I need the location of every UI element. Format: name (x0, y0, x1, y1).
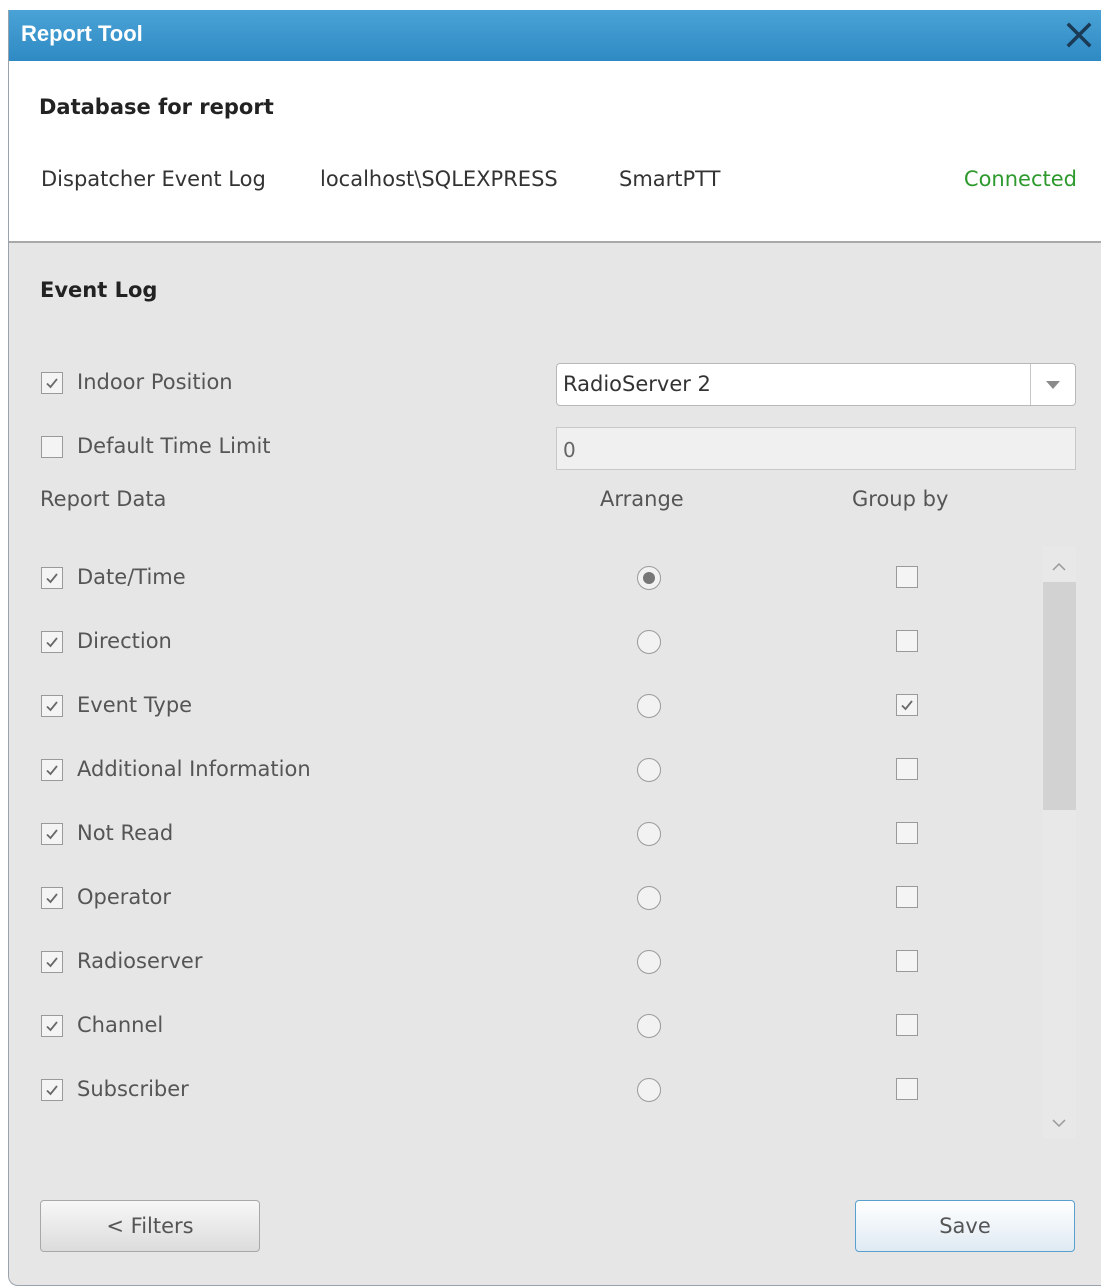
group-by-checkbox[interactable] (896, 566, 918, 588)
report-field-label: Event Type (77, 693, 193, 717)
database-header: Database for report (39, 95, 274, 119)
include-checkbox[interactable] (41, 695, 63, 717)
group-by-checkbox[interactable] (896, 1078, 918, 1100)
check-icon (46, 957, 58, 968)
include-checkbox[interactable] (41, 823, 63, 845)
report-tool-window: Report Tool Database for report Dispatch… (8, 10, 1101, 1286)
radio-selected-dot (643, 572, 655, 584)
check-icon (46, 893, 58, 904)
database-panel: Database for report Dispatcher Event Log… (9, 61, 1101, 243)
database-name: Dispatcher Event Log (41, 167, 266, 191)
check-icon (46, 829, 58, 840)
event-log-title: Event Log (40, 278, 158, 302)
include-checkbox[interactable] (41, 951, 63, 973)
arrange-radio[interactable] (637, 950, 661, 974)
arrange-radio[interactable] (637, 566, 661, 590)
include-checkbox[interactable] (41, 1015, 63, 1037)
arrange-radio[interactable] (637, 694, 661, 718)
title-bar: Report Tool (9, 10, 1101, 61)
check-icon (901, 700, 913, 711)
include-checkbox[interactable] (41, 567, 63, 589)
check-icon (46, 378, 58, 389)
group-by-checkbox[interactable] (896, 822, 918, 844)
check-icon (46, 1085, 58, 1096)
check-icon (46, 573, 58, 584)
arrange-radio[interactable] (637, 1014, 661, 1038)
scrollbar-thumb[interactable] (1043, 582, 1076, 810)
default-time-limit-label: Default Time Limit (77, 434, 271, 458)
default-time-limit-checkbox[interactable] (41, 436, 63, 458)
include-checkbox[interactable] (41, 1079, 63, 1101)
group-by-checkbox[interactable] (896, 950, 918, 972)
database-server: localhost\SQLEXPRESS (320, 167, 558, 191)
check-icon (46, 637, 58, 648)
arrange-radio[interactable] (637, 886, 661, 910)
group-by-checkbox[interactable] (896, 1014, 918, 1036)
connection-status: Connected (963, 167, 1077, 191)
close-icon[interactable] (1062, 18, 1096, 52)
report-field-label: Radioserver (77, 949, 203, 973)
report-field-label: Not Read (77, 821, 174, 845)
report-data-header: Report Data (40, 487, 167, 511)
report-field-label: Additional Information (77, 757, 311, 781)
group-by-checkbox[interactable] (896, 630, 918, 652)
report-field-label: Channel (77, 1013, 164, 1037)
group-by-checkbox[interactable] (896, 758, 918, 780)
include-checkbox[interactable] (41, 759, 63, 781)
check-icon (46, 701, 58, 712)
filters-button[interactable]: < Filters (40, 1200, 260, 1252)
window-title: Report Tool (21, 21, 143, 46)
arrange-header: Arrange (600, 487, 684, 511)
indoor-position-checkbox[interactable] (41, 372, 63, 394)
include-checkbox[interactable] (41, 887, 63, 909)
check-icon (46, 1021, 58, 1032)
arrange-radio[interactable] (637, 1078, 661, 1102)
include-checkbox[interactable] (41, 631, 63, 653)
scroll-down-icon[interactable] (1051, 1114, 1067, 1128)
radioserver-select[interactable]: RadioServer 2 (556, 363, 1076, 406)
database-catalog: SmartPTT (619, 167, 721, 191)
scrollbar[interactable] (1042, 546, 1076, 1138)
arrange-radio[interactable] (637, 630, 661, 654)
check-icon (46, 765, 58, 776)
default-time-limit-input[interactable]: 0 (556, 427, 1076, 470)
group-by-header: Group by (852, 487, 949, 511)
report-field-label: Date/Time (77, 565, 186, 589)
group-by-checkbox[interactable] (896, 694, 918, 716)
report-field-label: Operator (77, 885, 171, 909)
report-field-label: Direction (77, 629, 172, 653)
chevron-down-icon (1046, 381, 1060, 389)
dropdown-button[interactable] (1030, 364, 1075, 405)
arrange-radio[interactable] (637, 822, 661, 846)
report-field-label: Subscriber (77, 1077, 189, 1101)
indoor-position-label: Indoor Position (77, 370, 233, 394)
save-button[interactable]: Save (855, 1200, 1075, 1252)
scroll-up-icon[interactable] (1051, 558, 1067, 571)
group-by-checkbox[interactable] (896, 886, 918, 908)
arrange-radio[interactable] (637, 758, 661, 782)
radioserver-selected-value: RadioServer 2 (563, 372, 711, 396)
